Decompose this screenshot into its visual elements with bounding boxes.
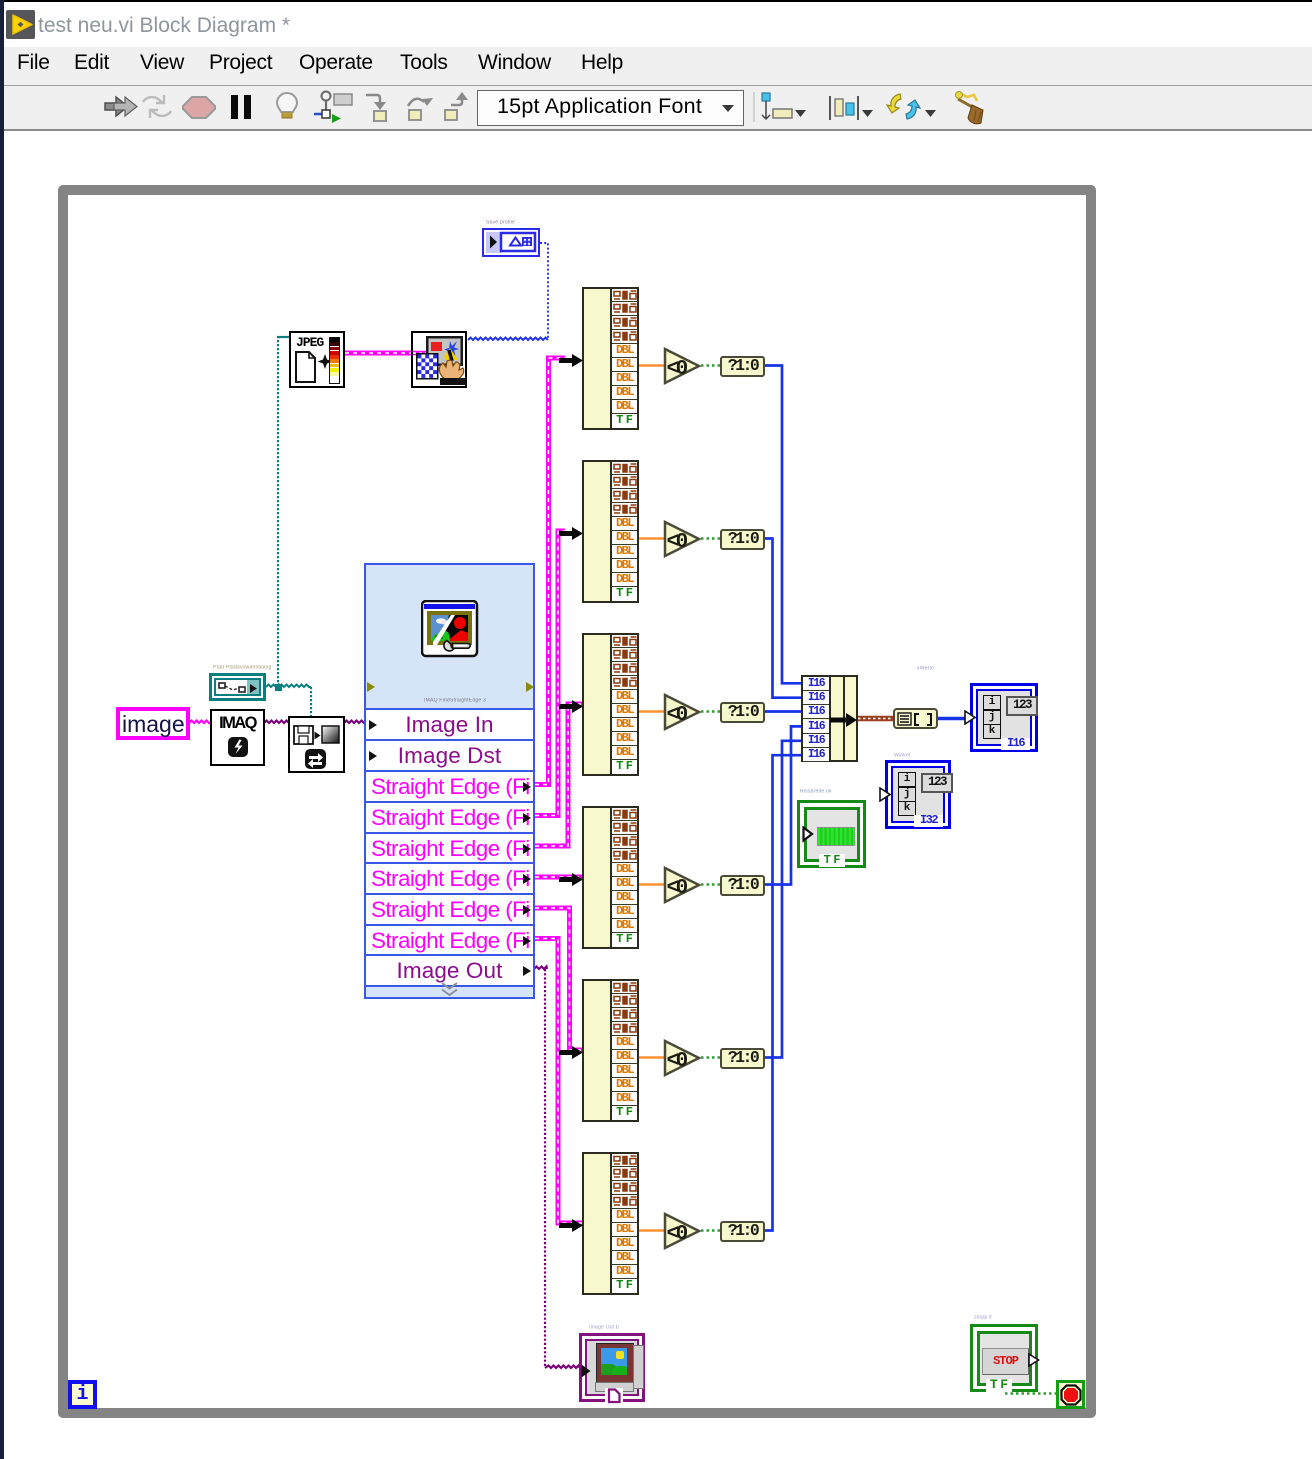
svg-text:<0: <0: [667, 531, 688, 554]
svg-text:<0: <0: [667, 877, 688, 900]
svg-text:<0: <0: [667, 1223, 688, 1246]
svg-text:<0: <0: [667, 358, 688, 381]
svg-text:<0: <0: [667, 704, 688, 727]
svg-text:<0: <0: [667, 1050, 688, 1073]
